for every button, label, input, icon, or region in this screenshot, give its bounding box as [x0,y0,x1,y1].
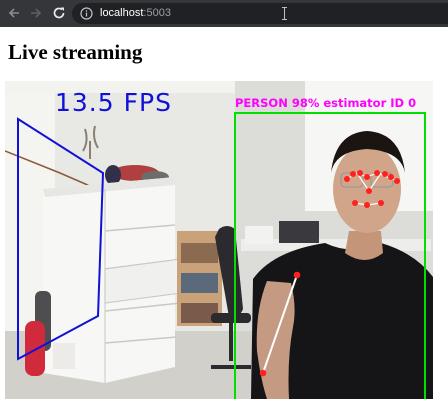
url-port: :5003 [143,7,171,19]
pose-keypoint [259,369,267,377]
info-circle-icon[interactable] [80,7,93,20]
video-frame: 13.5 FPS PERSON 98% estimator ID 0 [5,81,433,399]
pose-keypoint [293,271,301,279]
fps-label: 13.5 FPS [55,88,172,117]
reload-icon [53,7,65,19]
url-text[interactable]: localhost:5003 [100,6,171,21]
video-stream: 13.5 FPS PERSON 98% estimator ID 0 [5,81,433,399]
arrow-left-icon [8,8,19,18]
detection-label: PERSON 98% estimator ID 0 [235,96,416,110]
page-title: Live streaming [8,40,143,64]
browser-toolbar: localhost:5003 [0,0,448,27]
address-bar[interactable]: localhost:5003 [72,3,448,24]
arrow-right-icon [31,8,42,18]
forward-button[interactable] [26,3,46,23]
url-host: localhost [100,7,144,19]
text-cursor-icon [282,7,287,20]
reload-button[interactable] [49,3,69,23]
back-button[interactable] [4,3,24,23]
